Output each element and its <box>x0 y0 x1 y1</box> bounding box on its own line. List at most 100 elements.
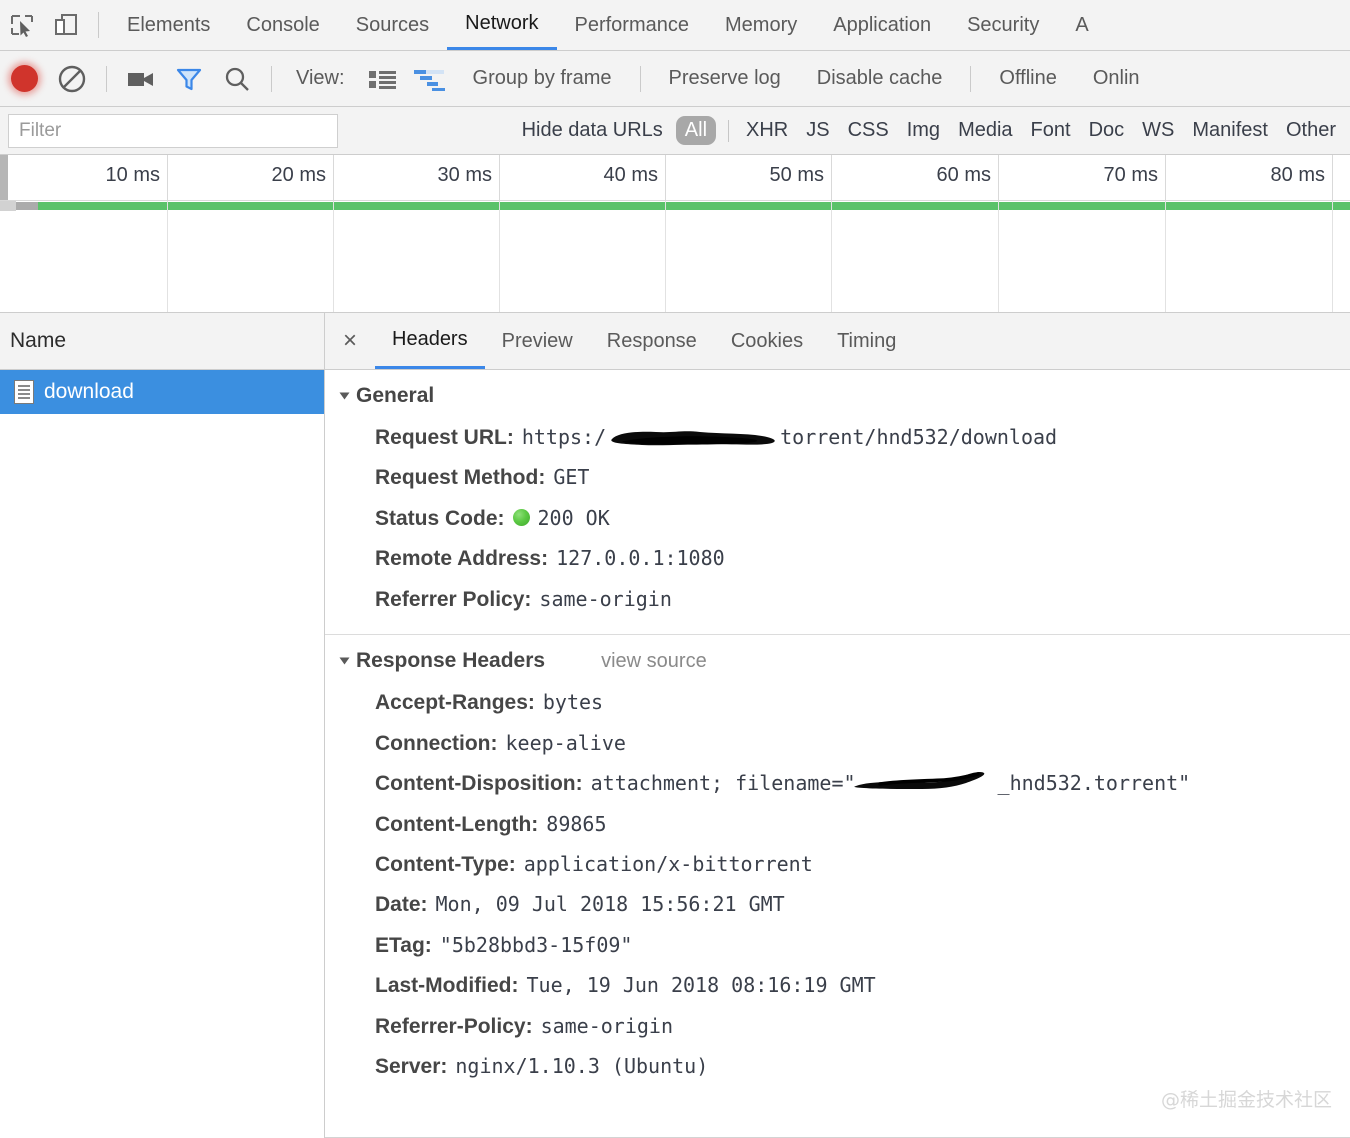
overview-grabber-left[interactable] <box>0 155 8 201</box>
header-name: Date: <box>375 893 428 917</box>
tab-performance[interactable]: Performance <box>557 0 708 50</box>
record-button[interactable] <box>0 52 48 106</box>
list-view-button[interactable] <box>359 52 407 106</box>
header-date: Date: Mon, 09 Jul 2018 15:56:21 GMT <box>325 885 1350 925</box>
header-name: ETag: <box>375 933 432 957</box>
online-throttling-select[interactable]: Onlin <box>1075 67 1158 90</box>
referrer-policy-label: Referrer Policy: <box>375 587 532 611</box>
request-row-download[interactable]: download <box>0 370 324 414</box>
tab-timing[interactable]: Timing <box>820 313 913 369</box>
filter-button[interactable] <box>165 52 213 106</box>
filter-type-js[interactable]: JS <box>797 119 838 142</box>
status-code-value: 200 OK <box>537 505 610 530</box>
toolbar-divider-2 <box>106 65 107 92</box>
filter-type-doc[interactable]: Doc <box>1080 119 1134 142</box>
toolbar-divider <box>98 12 99 38</box>
capture-screenshots-button[interactable] <box>117 52 165 106</box>
tab-sources[interactable]: Sources <box>338 0 447 50</box>
header-server: Server: nginx/1.10.3 (Ubuntu) <box>325 1047 1350 1087</box>
chevron-down-icon[interactable] <box>339 392 350 400</box>
tab-headers[interactable]: Headers <box>375 313 485 369</box>
request-url-label: Request URL: <box>375 426 514 449</box>
tick-40ms: 40 ms <box>500 155 666 201</box>
general-request-method-row: Request Method: GET <box>325 458 1350 498</box>
tab-elements[interactable]: Elements <box>109 0 228 50</box>
waterfall-view-icon <box>413 69 445 91</box>
tab-cookies[interactable]: Cookies <box>714 313 820 369</box>
remote-address-value: 127.0.0.1:1080 <box>556 546 725 571</box>
toolbar-divider-3 <box>271 65 272 92</box>
response-headers-section-header[interactable]: Response Headers view source <box>325 635 1350 683</box>
inspect-element-icon[interactable] <box>0 0 44 50</box>
filter-type-xhr[interactable]: XHR <box>737 119 797 142</box>
header-content-disposition: Content-Disposition: attachment; filenam… <box>325 764 1350 804</box>
network-overview[interactable]: 10 ms 20 ms 30 ms 40 ms 50 ms 60 ms 70 m… <box>0 155 1350 313</box>
filter-type-img[interactable]: Img <box>898 119 949 142</box>
tab-console[interactable]: Console <box>228 0 337 50</box>
offline-toggle[interactable]: Offline <box>981 67 1074 90</box>
tick-80ms: 80 ms <box>1166 155 1333 201</box>
header-content-type: Content-Type: application/x-bittorrent <box>325 845 1350 885</box>
filter-type-media[interactable]: Media <box>949 119 1021 142</box>
request-list-header[interactable]: Name <box>0 313 324 370</box>
tab-response[interactable]: Response <box>590 313 714 369</box>
clear-icon <box>58 65 86 92</box>
disable-cache-toggle[interactable]: Disable cache <box>799 67 961 90</box>
request-method-label: Request Method: <box>375 466 546 490</box>
tick-60ms: 60 ms <box>832 155 999 201</box>
request-url-suffix: torrent/hnd532/download <box>780 425 1058 449</box>
filter-type-font[interactable]: Font <box>1022 119 1080 142</box>
tab-application[interactable]: Application <box>815 0 949 50</box>
list-view-icon <box>368 70 396 89</box>
tab-network[interactable]: Network <box>447 0 557 50</box>
preserve-log-toggle[interactable]: Preserve log <box>651 67 799 90</box>
timeline-ruler[interactable]: 10 ms 20 ms 30 ms 40 ms 50 ms 60 ms 70 m… <box>0 155 1350 201</box>
filter-type-other[interactable]: Other <box>1277 119 1350 142</box>
remote-address-label: Remote Address: <box>375 547 549 571</box>
header-name: Content-Type: <box>375 852 516 876</box>
content-disposition-suffix: _hnd532.torrent" <box>997 771 1191 796</box>
header-value: bytes <box>542 690 604 715</box>
clear-button[interactable] <box>48 52 96 106</box>
site-watermark: @稀土掘金技术社区 <box>1160 1089 1332 1111</box>
header-value: application/x-bittorrent <box>523 851 813 876</box>
group-by-frame-toggle[interactable]: Group by frame <box>455 67 630 90</box>
header-value: "5b28bbd3-15f09" <box>439 932 633 957</box>
request-list: Name download <box>0 313 325 1138</box>
header-value: attachment; filename=" _hnd532.torrent" <box>591 769 1191 798</box>
header-name: Last-Modified: <box>375 974 519 998</box>
overview-grid <box>0 201 1350 312</box>
general-title: General <box>356 384 435 407</box>
general-referrer-policy-row: Referrer Policy: same-origin <box>325 580 1350 620</box>
redaction-mark-filename <box>853 771 1000 796</box>
filter-type-css[interactable]: CSS <box>839 119 898 142</box>
header-name: Server: <box>375 1055 448 1079</box>
tab-audits[interactable]: A <box>1057 0 1106 50</box>
hide-data-urls-toggle[interactable]: Hide data URLs <box>513 119 672 142</box>
request-url-prefix: https:/ <box>521 425 607 449</box>
waterfall-view-button[interactable] <box>407 52 455 106</box>
general-section-header[interactable]: General <box>325 370 1350 418</box>
filter-type-ws[interactable]: WS <box>1133 119 1183 142</box>
header-content-length: Content-Length: 89865 <box>325 805 1350 845</box>
filter-input[interactable] <box>8 113 338 148</box>
header-value: Mon, 09 Jul 2018 15:56:21 GMT <box>435 892 785 917</box>
filter-divider <box>728 119 730 142</box>
filter-type-manifest[interactable]: Manifest <box>1183 119 1277 142</box>
view-source-link[interactable]: view source <box>601 650 707 673</box>
filter-icon <box>176 68 202 90</box>
chevron-down-icon-2[interactable] <box>339 657 350 665</box>
tick-70ms: 70 ms <box>999 155 1166 201</box>
tab-memory[interactable]: Memory <box>707 0 815 50</box>
filter-type-all[interactable]: All <box>675 116 717 145</box>
request-name: download <box>44 380 134 403</box>
tab-preview[interactable]: Preview <box>485 313 590 369</box>
header-name: Accept-Ranges: <box>375 691 535 715</box>
close-icon[interactable]: × <box>325 313 375 369</box>
details-tabbar: × Headers Preview Response Cookies Timin… <box>325 313 1350 370</box>
request-details-pane: × Headers Preview Response Cookies Timin… <box>325 313 1350 1138</box>
tab-security[interactable]: Security <box>949 0 1057 50</box>
device-toolbar-icon[interactable] <box>44 0 88 50</box>
toolbar-divider-4 <box>639 65 641 92</box>
search-button[interactable] <box>213 52 261 106</box>
